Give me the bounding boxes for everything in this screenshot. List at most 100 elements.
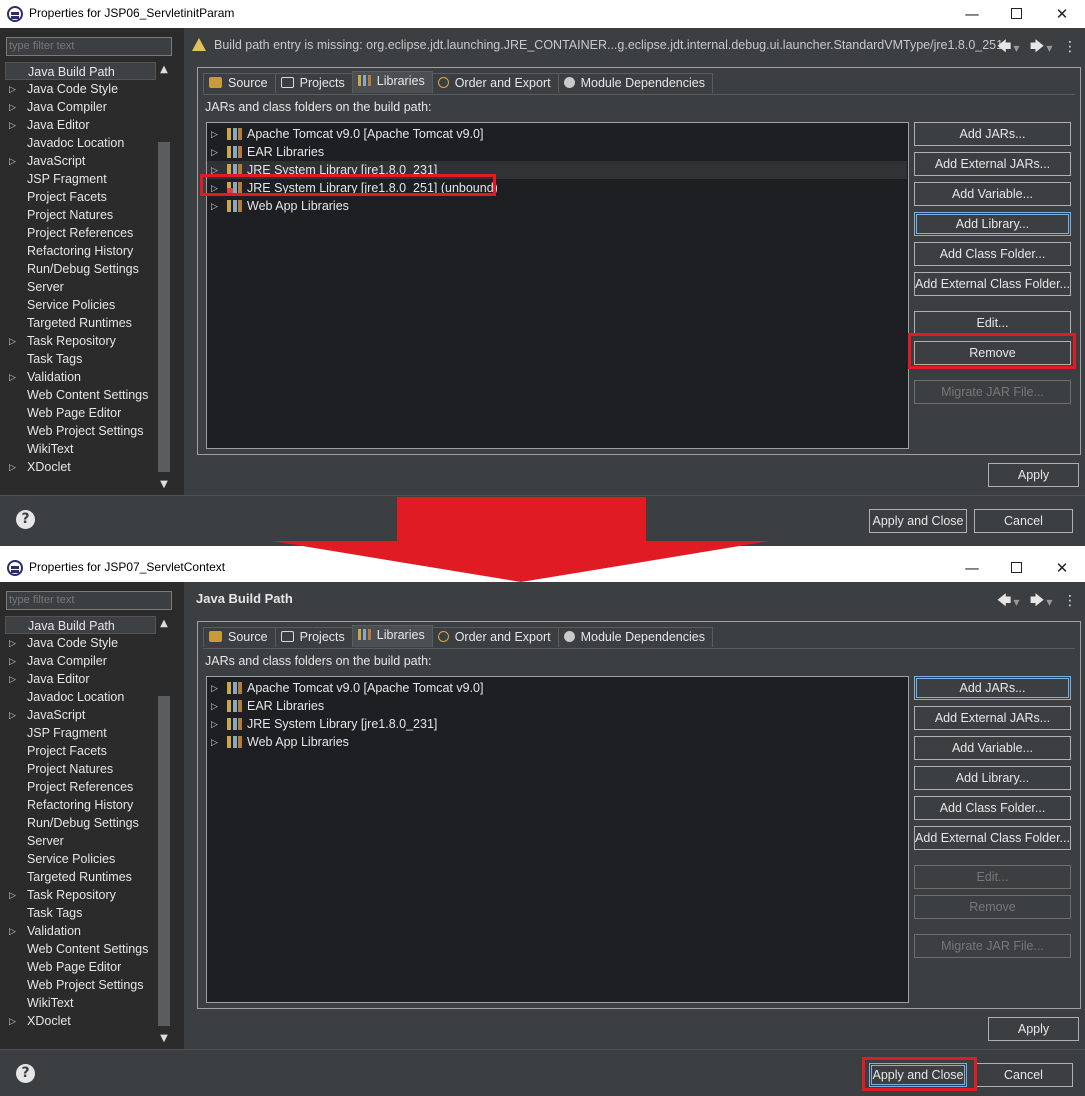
add-external-class-folder-button[interactable]: Add External Class Folder... (914, 272, 1071, 296)
library-row[interactable]: ▷ EAR Libraries (207, 697, 907, 715)
minimize-button[interactable]: — (957, 557, 987, 579)
expand-icon[interactable]: ▷ (211, 143, 218, 161)
add-library-button[interactable]: Add Library... (914, 766, 1071, 790)
expand-icon[interactable]: ▷ (9, 332, 16, 350)
tree-item-task-tags[interactable]: Task Tags (5, 904, 156, 922)
tab-libraries[interactable]: Libraries (351, 71, 433, 93)
apply-button[interactable]: Apply (988, 463, 1079, 487)
migrate-jar-button[interactable]: Migrate JAR File... (914, 380, 1071, 404)
tree-item-validation[interactable]: ▷ Validation (5, 922, 156, 940)
add-library-button[interactable]: Add Library... (914, 212, 1071, 236)
expand-icon[interactable]: ▷ (211, 697, 218, 715)
help-icon[interactable]: ? (16, 510, 35, 529)
add-jars-button[interactable]: Add JARs... (914, 676, 1071, 700)
tree-scrollbar[interactable]: ▲ ▼ (156, 616, 172, 1047)
library-row[interactable]: ▷ Apache Tomcat v9.0 [Apache Tomcat v9.0] (207, 679, 907, 697)
tree-item-java-build-path[interactable]: Java Build Path (5, 62, 156, 80)
tree-item-web-page-editor[interactable]: Web Page Editor (5, 958, 156, 976)
forward-arrow-icon[interactable]: 🡆 (1030, 36, 1044, 60)
edit-button[interactable]: Edit... (914, 865, 1071, 889)
expand-icon[interactable]: ▷ (9, 706, 16, 724)
add-variable-button[interactable]: Add Variable... (914, 736, 1071, 760)
expand-icon[interactable]: ▷ (9, 922, 16, 940)
expand-icon[interactable]: ▷ (9, 368, 16, 386)
cancel-button[interactable]: Cancel (974, 1063, 1073, 1087)
add-class-folder-button[interactable]: Add Class Folder... (914, 242, 1071, 266)
expand-icon[interactable]: ▷ (9, 152, 16, 170)
remove-button[interactable]: Remove (914, 341, 1071, 365)
tree-item-task-repository[interactable]: ▷ Task Repository (5, 332, 156, 350)
tree-item-project-facets[interactable]: Project Facets (5, 188, 156, 206)
expand-icon[interactable]: ▷ (211, 125, 218, 143)
tree-item-targeted-runtimes[interactable]: Targeted Runtimes (5, 868, 156, 886)
expand-icon[interactable]: ▷ (211, 161, 218, 179)
chevron-down-icon[interactable]: ▼ (1046, 44, 1052, 53)
tree-item-server[interactable]: Server (5, 832, 156, 850)
tree-item-web-project-settings[interactable]: Web Project Settings (5, 422, 156, 440)
tree-item-refactoring-history[interactable]: Refactoring History (5, 796, 156, 814)
tree-item-java-editor[interactable]: ▷ Java Editor (5, 116, 156, 134)
library-row[interactable]: ▷ JRE System Library [jre1.8.0_231] (207, 715, 907, 733)
tab-libraries[interactable]: Libraries (351, 625, 433, 647)
minimize-button[interactable]: — (957, 3, 987, 25)
expand-icon[interactable]: ▷ (9, 634, 16, 652)
chevron-down-icon[interactable]: ▼ (1013, 598, 1019, 607)
tree-item-refactoring-history[interactable]: Refactoring History (5, 242, 156, 260)
tree-item-task-repository[interactable]: ▷ Task Repository (5, 886, 156, 904)
tree-item-java-code-style[interactable]: ▷ Java Code Style (5, 634, 156, 652)
tree-item-run-debug-settings[interactable]: Run/Debug Settings (5, 814, 156, 832)
tree-item-java-build-path[interactable]: Java Build Path (5, 616, 156, 634)
add-variable-button[interactable]: Add Variable... (914, 182, 1071, 206)
tree-item-web-content-settings[interactable]: Web Content Settings (5, 386, 156, 404)
forward-arrow-icon[interactable]: 🡆 (1030, 590, 1044, 614)
tree-item-web-project-settings[interactable]: Web Project Settings (5, 976, 156, 994)
expand-icon[interactable]: ▷ (211, 715, 218, 733)
expand-icon[interactable]: ▷ (211, 679, 218, 697)
tree-item-task-tags[interactable]: Task Tags (5, 350, 156, 368)
filter-input[interactable]: type filter text (6, 591, 172, 610)
tree-item-javascript[interactable]: ▷ JavaScript (5, 706, 156, 724)
scroll-up-icon[interactable]: ▲ (156, 62, 172, 78)
scroll-down-icon[interactable]: ▼ (156, 477, 172, 493)
expand-icon[interactable]: ▷ (9, 670, 16, 688)
edit-button[interactable]: Edit... (914, 311, 1071, 335)
tree-item-jsp-fragment[interactable]: JSP Fragment (5, 724, 156, 742)
remove-button[interactable]: Remove (914, 895, 1071, 919)
scroll-thumb[interactable] (158, 142, 170, 472)
back-arrow-icon[interactable]: 🡄 (997, 590, 1011, 614)
expand-icon[interactable]: ▷ (9, 116, 16, 134)
add-external-jars-button[interactable]: Add External JARs... (914, 152, 1071, 176)
expand-icon[interactable]: ▷ (9, 886, 16, 904)
tree-item-project-references[interactable]: Project References (5, 224, 156, 242)
tree-item-javadoc-location[interactable]: Javadoc Location (5, 134, 156, 152)
chevron-down-icon[interactable]: ▼ (1013, 44, 1019, 53)
close-button[interactable]: ✕ (1047, 3, 1077, 25)
apply-and-close-button[interactable]: Apply and Close (869, 1063, 967, 1087)
tree-item-run-debug-settings[interactable]: Run/Debug Settings (5, 260, 156, 278)
tab-module-dependencies[interactable]: Module Dependencies (557, 627, 713, 647)
tree-item-web-page-editor[interactable]: Web Page Editor (5, 404, 156, 422)
tab-order-and-export[interactable]: Order and Export (431, 627, 559, 647)
tree-item-wikitext[interactable]: WikiText (5, 994, 156, 1012)
library-row[interactable]: ▷ Apache Tomcat v9.0 [Apache Tomcat v9.0] (207, 125, 907, 143)
add-jars-button[interactable]: Add JARs... (914, 122, 1071, 146)
filter-input[interactable]: type filter text (6, 37, 172, 56)
maximize-button[interactable] (1001, 3, 1031, 25)
library-row[interactable]: ▷ EAR Libraries (207, 143, 907, 161)
tree-item-service-policies[interactable]: Service Policies (5, 296, 156, 314)
tab-module-dependencies[interactable]: Module Dependencies (557, 73, 713, 93)
apply-button[interactable]: Apply (988, 1017, 1079, 1041)
tree-item-project-references[interactable]: Project References (5, 778, 156, 796)
expand-icon[interactable]: ▷ (9, 458, 16, 476)
library-row-unbound[interactable]: ▷ JRE System Library [jre1.8.0_251] (unbo… (207, 179, 907, 197)
cancel-button[interactable]: Cancel (974, 509, 1073, 533)
library-row[interactable]: ▷ Web App Libraries (207, 733, 907, 751)
close-button[interactable]: ✕ (1047, 557, 1077, 579)
tree-item-java-code-style[interactable]: ▷ Java Code Style (5, 80, 156, 98)
expand-icon[interactable]: ▷ (9, 652, 16, 670)
tree-item-java-compiler[interactable]: ▷ Java Compiler (5, 98, 156, 116)
tab-source[interactable]: Source (203, 627, 276, 647)
tree-item-web-content-settings[interactable]: Web Content Settings (5, 940, 156, 958)
library-row[interactable]: ▷ Web App Libraries (207, 197, 907, 215)
maximize-button[interactable] (1001, 557, 1031, 579)
